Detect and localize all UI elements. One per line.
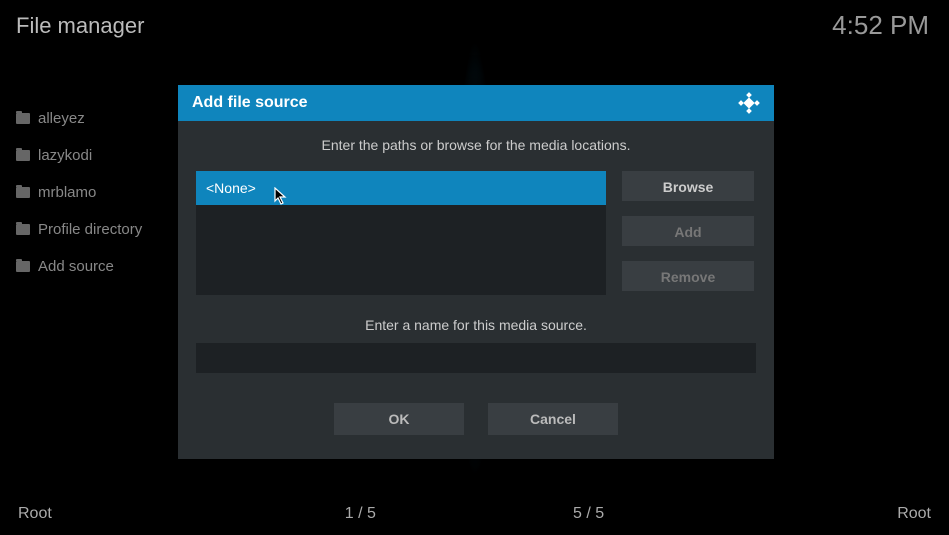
folder-icon	[16, 150, 30, 161]
footer-left-counter: 1 / 5	[246, 505, 474, 523]
path-instruction: Enter the paths or browse for the media …	[196, 137, 756, 153]
footer-right-counter: 5 / 5	[475, 505, 703, 523]
folder-icon	[16, 113, 30, 124]
folder-icon	[16, 187, 30, 198]
footer-right-label: Root	[703, 505, 931, 523]
sidebar-item-label: lazykodi	[38, 147, 92, 164]
dialog-actions: OK Cancel	[196, 403, 756, 435]
media-source-name-input[interactable]	[196, 343, 756, 373]
path-item-none[interactable]: <None>	[196, 171, 606, 205]
sidebar-item-label: Add source	[38, 258, 114, 275]
add-file-source-dialog: Add file source Enter the paths or brows…	[178, 85, 774, 459]
dialog-title: Add file source	[192, 94, 308, 112]
path-section: <None> Browse Add Remove	[196, 171, 756, 295]
kodi-logo-icon	[738, 92, 760, 114]
dialog-header: Add file source	[178, 85, 774, 121]
path-item-label: <None>	[206, 180, 256, 196]
sidebar-item-label: mrblamo	[38, 184, 96, 201]
cancel-button[interactable]: Cancel	[488, 403, 618, 435]
sidebar-item-mrblamo[interactable]: mrblamo	[10, 174, 180, 211]
sidebar-item-profile-directory[interactable]: Profile directory	[10, 211, 180, 248]
add-button[interactable]: Add	[622, 216, 754, 246]
remove-button[interactable]: Remove	[622, 261, 754, 291]
sidebar: alleyez lazykodi mrblamo Profile directo…	[10, 100, 180, 285]
page-title: File manager	[16, 13, 144, 39]
folder-icon	[16, 261, 30, 272]
cursor-icon	[274, 187, 288, 208]
clock: 4:52 PM	[832, 10, 929, 41]
dialog-body: Enter the paths or browse for the media …	[178, 121, 774, 459]
sidebar-item-label: Profile directory	[38, 221, 142, 238]
name-instruction: Enter a name for this media source.	[196, 317, 756, 333]
footer-left-label: Root	[18, 505, 246, 523]
ok-button[interactable]: OK	[334, 403, 464, 435]
sidebar-item-add-source[interactable]: Add source	[10, 248, 180, 285]
sidebar-item-lazykodi[interactable]: lazykodi	[10, 137, 180, 174]
sidebar-item-label: alleyez	[38, 110, 85, 127]
path-list[interactable]: <None>	[196, 171, 606, 295]
folder-icon	[16, 224, 30, 235]
footer: Root 1 / 5 5 / 5 Root	[0, 493, 949, 535]
browse-button[interactable]: Browse	[622, 171, 754, 201]
sidebar-item-alleyez[interactable]: alleyez	[10, 100, 180, 137]
path-side-buttons: Browse Add Remove	[622, 171, 754, 295]
